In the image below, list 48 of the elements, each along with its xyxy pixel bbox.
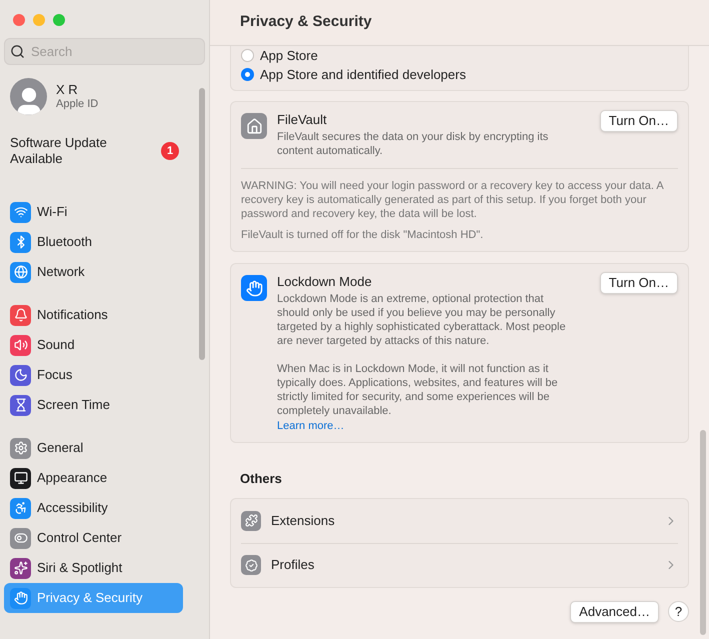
sidebar-item[interactable]: Accessibility <box>4 493 183 523</box>
filevault-description: FileVault secures the data on your disk by encrypting its content automatically. <box>277 130 550 158</box>
hand-icon <box>241 275 267 301</box>
list-row[interactable]: Profiles <box>241 542 678 586</box>
software-update-label[interactable]: Software Update Available <box>10 135 130 167</box>
sidebar-item[interactable]: General <box>4 433 183 463</box>
minimize-button[interactable] <box>33 14 45 26</box>
lockdown-details: When Mac is in Lockdown Mode, it will not function as it typically does. Applications, websites, and features will be strictly limited for security, and some experiences will be completely unavailable. <box>277 362 559 418</box>
search-field[interactable]: Search <box>4 38 205 65</box>
sidebar-item[interactable]: Appearance <box>4 463 183 493</box>
filevault-warning: WARNING: You will need your login password or a recovery key to access your data. A recovery key is automatically generated as part of this setup. If you forget both your password and recovery key, the data will be lost. <box>241 178 664 220</box>
account-name[interactable]: X R <box>56 82 98 98</box>
turn-on-button[interactable]: Turn On… <box>600 272 678 294</box>
scrollbar[interactable] <box>199 88 205 360</box>
sidebar-item[interactable]: Bluetooth <box>4 227 183 257</box>
avatar-icon[interactable] <box>10 78 47 115</box>
sidebar-item[interactable]: Network <box>4 257 183 287</box>
sidebar-item[interactable]: Control Center <box>4 523 183 553</box>
house-icon <box>241 113 267 139</box>
zoom-button[interactable] <box>53 14 65 26</box>
badge-check-icon <box>241 555 261 575</box>
search-icon <box>10 44 25 59</box>
learn-more-link[interactable]: Learn more… <box>277 418 590 434</box>
sidebar-item[interactable]: Sound <box>4 330 183 360</box>
filevault-title: FileVault <box>277 111 328 129</box>
sidebar-item[interactable]: Screen Time <box>4 390 183 420</box>
radio-option[interactable]: App Store <box>241 46 678 65</box>
list-row[interactable]: Extensions <box>241 498 678 542</box>
radio-button[interactable] <box>241 68 254 81</box>
close-button[interactable] <box>13 14 25 26</box>
sidebar-item[interactable]: Notifications <box>4 300 183 330</box>
radio-button[interactable] <box>241 49 254 62</box>
lockdown-description: Lockdown Mode is an extreme, optional protection that should only be used if you believe you may be personally targeted by a highly sophisticated cyberattack. Most people are never targeted by attacks of this nature. <box>277 292 567 348</box>
sidebar-item[interactable]: Siri & Spotlight <box>4 553 183 583</box>
scrollbar[interactable] <box>700 430 706 635</box>
sidebar-item[interactable]: Wi-Fi <box>4 197 183 227</box>
advanced-button[interactable]: Advanced… <box>570 600 659 622</box>
sidebar-item[interactable]: Focus <box>4 360 183 390</box>
account-subtitle: Apple ID <box>56 98 98 112</box>
radio-option[interactable]: App Store and identified developers <box>241 65 678 84</box>
help-button[interactable]: ? <box>668 601 689 622</box>
lockdown-title: Lockdown Mode <box>277 273 373 291</box>
puzzle-icon <box>241 510 261 530</box>
section-heading: Others <box>239 470 283 488</box>
filevault-status: FileVault is turned off for the disk "Macintosh HD". <box>241 228 484 242</box>
turn-on-button[interactable]: Turn On… <box>600 110 678 132</box>
update-badge: 1 <box>161 142 179 160</box>
window-title: Privacy & Security <box>240 12 372 32</box>
